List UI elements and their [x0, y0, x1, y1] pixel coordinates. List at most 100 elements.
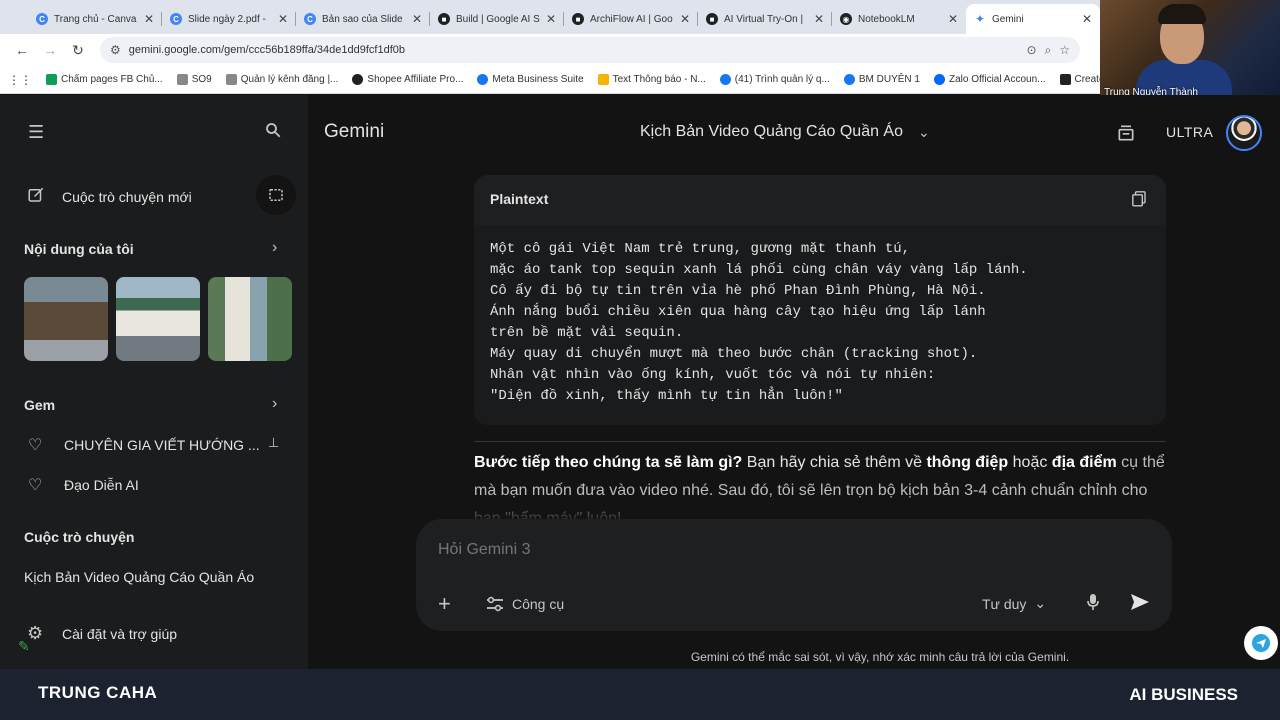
browser-tab[interactable]: ■ AI Virtual Try-On | ✕ [698, 4, 832, 34]
mode-selector[interactable]: Tư duy ⌄ [982, 595, 1046, 612]
drive-icon [597, 74, 609, 85]
chevron-right-icon[interactable]: › [272, 239, 277, 257]
browser-tab[interactable]: C Trang chủ - Canva ✕ [28, 4, 162, 34]
presenter-hair [1158, 4, 1206, 24]
content-thumbnail[interactable] [116, 277, 200, 361]
gem-item[interactable]: CHUYÊN GIA VIẾT HƯỚNG ... [64, 437, 260, 453]
bookmark-item[interactable]: Shopee Affiliate Pro... [352, 74, 463, 85]
close-icon[interactable]: ✕ [948, 12, 958, 26]
code-line: Ánh nắng buổi chiều xiên qua hàng cây tạ… [490, 304, 986, 320]
tools-button[interactable]: Công cụ [486, 596, 564, 612]
new-chat-button[interactable]: Cuộc trò chuyện mới [62, 189, 192, 205]
disclaimer-text: Gemini có thể mắc sai sót, vì vậy, nhớ x… [690, 650, 1070, 664]
browser-tab-active[interactable]: ✦ Gemini ✕ [966, 4, 1100, 34]
my-content-heading[interactable]: Nội dung của tôi [24, 241, 134, 257]
reply-emphasis: địa điểm [1051, 454, 1117, 471]
gem-heading[interactable]: Gem [24, 397, 55, 413]
zoom-icon[interactable]: ⌕ [1045, 43, 1052, 58]
bookmark-item[interactable]: (41) Trình quản lý q... [719, 74, 830, 85]
pin-icon[interactable]: ⊥ [268, 435, 279, 451]
telegram-icon [1252, 634, 1270, 652]
reload-icon[interactable]: ↻ [64, 36, 92, 64]
chevron-down-icon[interactable]: ⌄ [918, 124, 930, 141]
close-icon[interactable]: ✕ [278, 12, 288, 26]
prompt-composer: + Công cụ Tư duy ⌄ [416, 519, 1172, 631]
close-icon[interactable]: ✕ [546, 12, 556, 26]
code-line: Nhân vật nhìn vào ống kính, vuốt tóc và … [490, 367, 936, 383]
microphone-icon[interactable] [1086, 593, 1100, 611]
tools-label: Công cụ [512, 596, 565, 612]
browser-tab[interactable]: C Slide ngày 2.pdf - ✕ [162, 4, 296, 34]
meta-icon [719, 74, 731, 85]
address-bar[interactable]: ⚙ gemini.google.com/gem/ccc56b189ffa/34d… [100, 37, 1080, 63]
bookmark-item[interactable]: Quản lý kênh đăng |... [225, 74, 338, 85]
edit-pencil-icon[interactable]: ✎ [18, 638, 30, 655]
code-line: Máy quay di chuyển mượt mà theo bước châ… [490, 346, 978, 362]
banner-left-text: TRUNG CAHA [38, 683, 158, 702]
video-banner: TRUNG CAHA AI BUSINESS [0, 669, 1280, 720]
bookmark-item[interactable]: BM DUYÊN 1 [843, 74, 920, 85]
browser-tab[interactable]: ◉ NotebookLM ✕ [832, 4, 966, 34]
temporary-chat-icon[interactable] [256, 175, 296, 215]
bookmark-star-icon[interactable]: ☆ [1059, 43, 1070, 57]
gemini-sidebar: ☰ Cuộc trò chuyện mới Nội dung của tôi ›… [0, 95, 308, 669]
copy-icon[interactable] [1132, 191, 1146, 207]
content-thumbnail[interactable] [24, 277, 108, 361]
bookmark-favicon-icon [46, 74, 57, 85]
close-icon[interactable]: ✕ [1082, 12, 1092, 26]
gem-icon: ♡ [28, 477, 43, 494]
content-thumbnail[interactable] [208, 277, 292, 361]
send-icon[interactable] [1130, 593, 1150, 611]
code-content: Một cô gái Việt Nam trẻ trung, gương mặt… [474, 225, 1166, 425]
bookmark-item[interactable]: Chấm pages FB Chủ... [46, 74, 163, 85]
chat-history-item[interactable]: Kịch Bản Video Quảng Cáo Quần Áo [24, 569, 254, 585]
apps-icon[interactable]: ⋮⋮ [8, 73, 32, 87]
chats-heading: Cuộc trò chuyện [24, 529, 135, 545]
close-icon[interactable]: ✕ [814, 12, 824, 26]
forward-icon[interactable]: → [36, 36, 64, 64]
conversation-title[interactable]: Kịch Bản Video Quảng Cáo Quần Áo [640, 123, 903, 141]
bookmark-favicon-icon [176, 74, 188, 85]
reply-text: Bạn hãy chia sẻ thêm về [742, 454, 927, 471]
gem-item[interactable]: Đạo Diễn AI [64, 477, 139, 493]
divider [474, 441, 1166, 442]
location-icon[interactable]: ⊙ [1026, 43, 1036, 57]
share-icon[interactable] [1116, 123, 1136, 148]
tools-icon [487, 596, 503, 612]
back-icon[interactable]: ← [8, 36, 36, 64]
chat-main: Gemini Kịch Bản Video Quảng Cáo Quần Áo … [308, 95, 1280, 669]
chevron-right-icon[interactable]: › [272, 395, 277, 413]
ai-studio-icon: ■ [572, 13, 584, 25]
banner-right-text: AI BUSINESS [1129, 685, 1238, 704]
gemini-icon: ✦ [974, 12, 986, 26]
drive-icon: C [170, 13, 182, 25]
site-info-icon[interactable]: ⚙ [110, 43, 121, 57]
bookmark-item[interactable]: Meta Business Suite [477, 74, 584, 85]
chevron-down-icon: ⌄ [1034, 595, 1047, 611]
avatar[interactable] [1226, 115, 1262, 151]
browser-tab[interactable]: ■ ArchiFlow AI | Goo ✕ [564, 4, 698, 34]
add-attachment-button[interactable]: + [438, 591, 451, 617]
browser-tab[interactable]: ■ Build | Google AI S ✕ [430, 4, 564, 34]
notebooklm-icon: ◉ [840, 13, 852, 25]
new-chat-icon[interactable] [27, 186, 45, 209]
settings-button[interactable]: Cài đặt và trợ giúp [62, 626, 177, 642]
bookmark-item[interactable]: Zalo Official Accoun... [933, 74, 1046, 85]
reply-question: Bước tiếp theo chúng ta sẽ làm gì? [474, 454, 743, 471]
prompt-input[interactable] [438, 541, 938, 559]
close-icon[interactable]: ✕ [680, 12, 690, 26]
menu-icon[interactable]: ☰ [28, 122, 44, 143]
gemini-logo[interactable]: Gemini [324, 121, 384, 143]
browser-toolbar: ← → ↻ ⚙ gemini.google.com/gem/ccc56b189f… [0, 34, 1280, 66]
browser-tab[interactable]: C Bản sao của Slide ✕ [296, 4, 430, 34]
bookmark-item[interactable]: Text Thông báo - N... [597, 74, 706, 85]
floating-action-button[interactable] [1244, 626, 1278, 660]
search-icon[interactable] [264, 121, 282, 144]
meta-icon [477, 74, 489, 85]
close-icon[interactable]: ✕ [144, 12, 154, 26]
code-block: Plaintext Một cô gái Việt Nam trẻ trung,… [474, 175, 1166, 425]
webcam-overlay: Trung Nguyễn Thành [1100, 0, 1280, 101]
bookmark-item[interactable]: SO9 [176, 74, 212, 85]
close-icon[interactable]: ✕ [412, 12, 422, 26]
code-line: mặc áo tank top sequin xanh lá phối cùng… [490, 262, 1028, 278]
